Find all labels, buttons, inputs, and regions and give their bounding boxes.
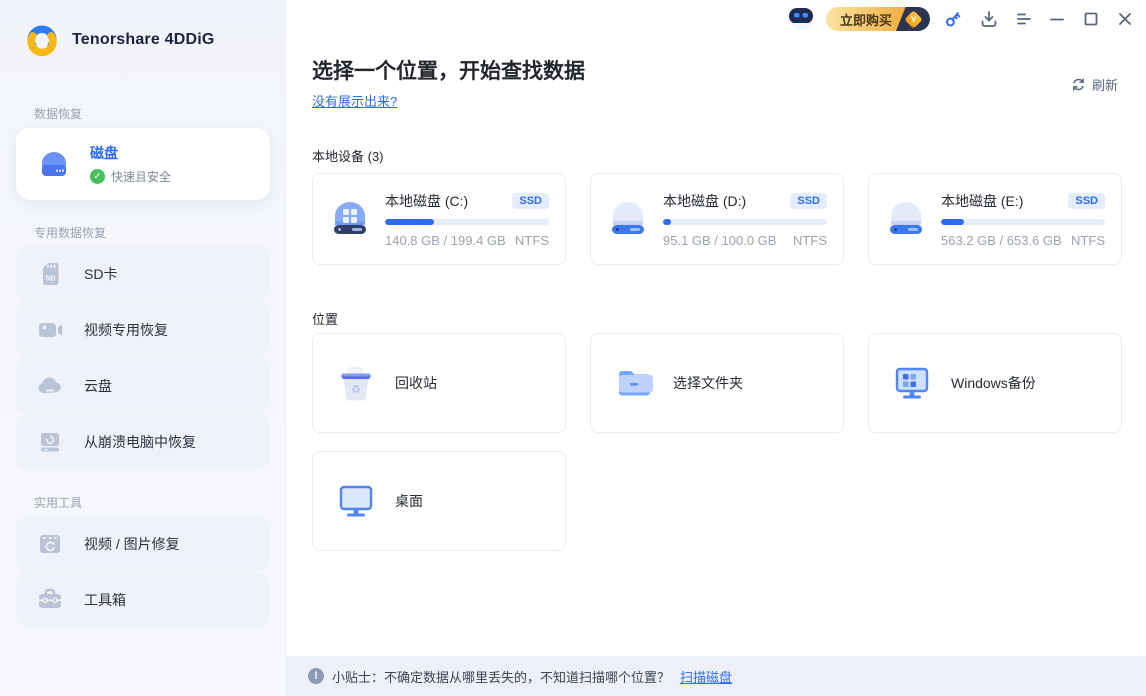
disk-name: 本地磁盘 (E:)	[941, 191, 1023, 211]
disk-card-d[interactable]: 本地磁盘 (D:) SSD 95.1 GB / 100.0 GB NTFS	[590, 173, 844, 265]
disk-filesystem: NTFS	[793, 233, 827, 248]
recycle-bin-icon: ♻	[335, 362, 377, 404]
buy-now-label: 立即购买	[826, 7, 906, 31]
cloud-icon	[34, 370, 66, 402]
disk-usage-bar	[385, 219, 549, 225]
locations-label: 位置	[312, 309, 338, 328]
ssd-badge: SSD	[512, 193, 549, 209]
disk-filesystem: NTFS	[515, 233, 549, 248]
section-label-special-recovery: 专用数据恢复	[34, 224, 106, 241]
sidebar: Tenorshare 4DDiG 数据恢复 磁盘 ✓ 快速且安全 专用数据恢复 …	[0, 0, 286, 696]
sidebar-item-crashed-pc-recovery[interactable]: 从崩溃电脑中恢复	[16, 414, 270, 469]
sidebar-item-disk-label: 磁盘	[90, 143, 171, 163]
disk-name: 本地磁盘 (C:)	[385, 191, 468, 211]
disk-usage-text: 140.8 GB / 199.4 GB	[385, 233, 506, 248]
sidebar-item-sd-card[interactable]: SD SD卡	[16, 246, 270, 301]
location-label: 选择文件夹	[673, 373, 743, 393]
refresh-button[interactable]: 刷新	[1071, 75, 1118, 94]
sidebar-item-toolbox[interactable]: 工具箱	[16, 572, 270, 627]
ai-assistant-icon[interactable]	[785, 6, 817, 32]
location-card-select-folder[interactable]: 选择文件夹	[590, 333, 844, 433]
system-drive-icon	[327, 196, 373, 242]
register-key-icon[interactable]	[942, 8, 964, 30]
disk-usage-text: 563.2 GB / 653.6 GB	[941, 233, 1062, 248]
sidebar-item-label: 云盘	[84, 376, 112, 396]
disk-card-c[interactable]: 本地磁盘 (C:) SSD 140.8 GB / 199.4 GB NTFS	[312, 173, 566, 265]
local-devices-label: 本地设备 (3)	[312, 146, 384, 165]
minimize-button[interactable]	[1046, 8, 1068, 30]
video-camera-icon	[34, 314, 66, 346]
ssd-badge: SSD	[790, 193, 827, 209]
download-icon[interactable]	[978, 8, 1000, 30]
location-label: 桌面	[395, 491, 423, 511]
scan-disk-link[interactable]: 扫描磁盘	[680, 667, 732, 686]
folder-icon	[613, 362, 655, 404]
desktop-icon	[335, 480, 377, 522]
disk-usage-bar	[941, 219, 1105, 225]
location-card-desktop[interactable]: 桌面	[312, 451, 566, 551]
sidebar-item-media-repair[interactable]: 视频 / 图片修复	[16, 516, 270, 571]
disk-name: 本地磁盘 (D:)	[663, 191, 746, 211]
menu-icon[interactable]	[1012, 8, 1034, 30]
not-shown-link[interactable]: 没有展示出来?	[312, 91, 397, 110]
tip-text: 小贴士：不确定数据从哪里丢失的，不知道扫描哪个位置？	[332, 667, 670, 686]
refresh-icon	[1071, 77, 1086, 92]
toolbox-icon	[34, 584, 66, 616]
disk-usage-text: 95.1 GB / 100.0 GB	[663, 233, 776, 248]
sidebar-item-label: 从崩溃电脑中恢复	[84, 432, 196, 452]
close-button[interactable]	[1114, 8, 1136, 30]
sd-card-icon: SD	[34, 258, 66, 290]
sidebar-item-label: 工具箱	[84, 590, 126, 610]
svg-text:SD: SD	[45, 273, 56, 282]
info-icon: !	[308, 668, 324, 684]
app-title: Tenorshare 4DDiG	[72, 31, 215, 49]
page-title: 选择一个位置，开始查找数据	[312, 55, 585, 85]
location-label: Windows备份	[951, 373, 1036, 393]
footer-tip-bar: ! 小贴士：不确定数据从哪里丢失的，不知道扫描哪个位置？ 扫描磁盘	[286, 656, 1146, 696]
location-label: 回收站	[395, 373, 437, 393]
sidebar-item-label: SD卡	[84, 264, 117, 284]
titlebar: 立即购买 V	[286, 0, 1146, 40]
sidebar-item-disk-sublabel: 快速且安全	[111, 168, 171, 185]
section-label-data-recovery: 数据恢复	[34, 105, 82, 122]
sidebar-item-label: 视频 / 图片修复	[84, 534, 180, 554]
location-card-windows-backup[interactable]: Windows备份	[868, 333, 1122, 433]
data-drive-icon	[883, 196, 929, 242]
crashed-computer-icon	[34, 426, 66, 458]
app-logo: Tenorshare 4DDiG	[22, 20, 215, 60]
ssd-badge: SSD	[1068, 193, 1105, 209]
media-repair-icon	[34, 528, 66, 560]
section-label-utilities: 实用工具	[34, 494, 82, 511]
windows-backup-icon	[891, 362, 933, 404]
maximize-button[interactable]	[1080, 8, 1102, 30]
disk-icon	[34, 144, 74, 184]
sidebar-item-cloud-drive[interactable]: 云盘	[16, 358, 270, 413]
data-drive-icon	[605, 196, 651, 242]
location-card-recycle-bin[interactable]: ♻ 回收站	[312, 333, 566, 433]
disk-usage-bar	[663, 219, 827, 225]
refresh-label: 刷新	[1092, 75, 1118, 94]
sidebar-item-disk[interactable]: 磁盘 ✓ 快速且安全	[16, 128, 270, 200]
disk-filesystem: NTFS	[1071, 233, 1105, 248]
app-logo-icon	[22, 20, 62, 60]
check-icon: ✓	[90, 169, 105, 184]
buy-now-button[interactable]: 立即购买 V	[826, 7, 930, 31]
disk-card-e[interactable]: 本地磁盘 (E:) SSD 563.2 GB / 653.6 GB NTFS	[868, 173, 1122, 265]
sidebar-item-label: 视频专用恢复	[84, 320, 168, 340]
svg-text:♻: ♻	[351, 384, 361, 396]
sidebar-item-video-recovery[interactable]: 视频专用恢复	[16, 302, 270, 357]
